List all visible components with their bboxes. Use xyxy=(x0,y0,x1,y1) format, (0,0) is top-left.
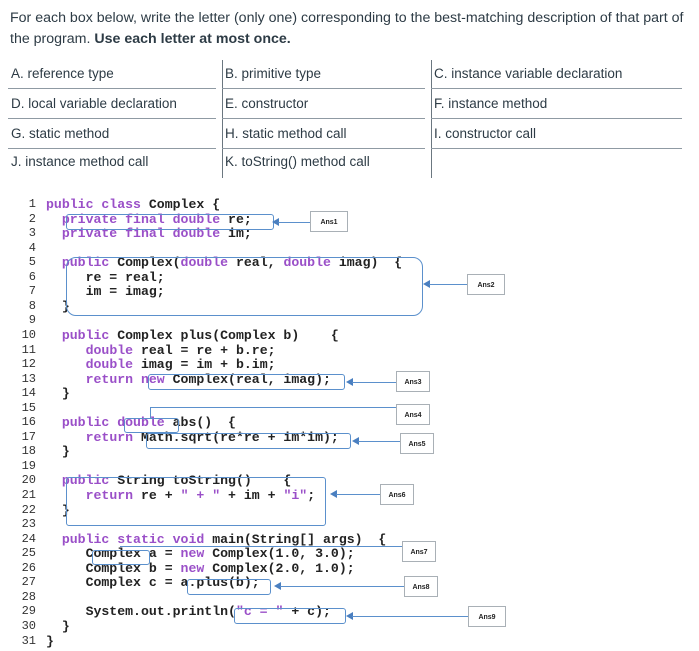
line-number: 10 xyxy=(21,327,36,342)
line-number: 26 xyxy=(21,560,36,575)
arrow-line xyxy=(352,616,468,617)
code-text: public class Complex { xyxy=(46,197,221,212)
answer-box-2[interactable]: Ans2 xyxy=(467,274,505,295)
answer-box-3[interactable]: Ans3 xyxy=(396,371,430,392)
legend-i: I. constructor call xyxy=(431,120,682,149)
code-text: double imag = im + b.im; xyxy=(85,357,276,373)
legend-b: B. primitive type xyxy=(222,60,425,89)
arrow-line xyxy=(429,284,467,285)
arrow-line xyxy=(278,222,310,223)
line-number: 29 xyxy=(21,604,36,619)
code-text: public static void main(String[] args) { xyxy=(61,531,387,547)
legend-table: A. reference type B. primitive type C. i… xyxy=(8,60,690,178)
arrow-line xyxy=(352,382,396,383)
instructions: For each box below, write the letter (on… xyxy=(10,8,685,50)
line-number: 31 xyxy=(21,633,36,648)
answer-box-7[interactable]: Ans7 xyxy=(402,541,436,562)
line-number: 6 xyxy=(28,269,36,284)
highlight-ans6 xyxy=(66,477,326,526)
line-number: 28 xyxy=(21,589,36,604)
arrow-line xyxy=(150,407,151,418)
answer-box-9[interactable]: Ans9 xyxy=(468,606,506,627)
arrow-line xyxy=(358,441,400,442)
instructions-bold: Use each letter at most once. xyxy=(94,31,291,47)
highlight-ans8 xyxy=(187,579,271,595)
line-number: 19 xyxy=(21,458,36,473)
line-number: 20 xyxy=(21,473,36,488)
line-number: 23 xyxy=(21,517,36,532)
line-number: 7 xyxy=(28,284,36,299)
legend-d: D. local variable declaration xyxy=(8,90,216,119)
legend-c: C. instance variable declaration xyxy=(431,60,682,89)
arrow-line xyxy=(280,586,404,587)
line-number: 13 xyxy=(21,371,36,386)
code-text: public Complex plus(Complex b) { xyxy=(61,327,339,343)
code-text: } xyxy=(46,386,70,402)
highlight-ans5 xyxy=(146,433,351,449)
answer-box-1[interactable]: Ans1 xyxy=(310,211,348,232)
arrow-ans7 xyxy=(120,546,402,547)
arrow-ans4 xyxy=(150,407,396,408)
answer-box-5[interactable]: Ans5 xyxy=(400,433,434,454)
line-number: 15 xyxy=(21,400,36,415)
answer-box-4[interactable]: Ans4 xyxy=(396,404,430,425)
line-number: 3 xyxy=(28,226,36,241)
line-number: 22 xyxy=(21,502,36,517)
line-number: 8 xyxy=(28,298,36,313)
line-number: 30 xyxy=(21,618,36,633)
line-number: 27 xyxy=(21,575,36,590)
legend-a: A. reference type xyxy=(8,60,216,89)
line-number: 17 xyxy=(21,429,36,444)
legend-j: J. instance method call xyxy=(11,154,149,169)
code-text: } xyxy=(46,618,70,634)
line-number: 9 xyxy=(28,313,36,328)
highlight-ans4 xyxy=(124,418,179,433)
line-number: 14 xyxy=(21,386,36,401)
code-text: double real = re + b.re; xyxy=(85,342,276,358)
line-number: 25 xyxy=(21,546,36,561)
answer-box-8[interactable]: Ans8 xyxy=(404,576,438,597)
legend-g: G. static method xyxy=(8,120,216,149)
line-number: 2 xyxy=(28,211,36,226)
line-number: 21 xyxy=(21,488,36,502)
line-number: 16 xyxy=(21,415,36,430)
highlight-ans3 xyxy=(148,374,345,390)
legend-f: F. instance method xyxy=(431,90,682,119)
answer-box-6[interactable]: Ans6 xyxy=(380,484,414,505)
line-number: 1 xyxy=(28,197,36,211)
code-text: } xyxy=(46,444,70,460)
legend-k: K. toString() method call xyxy=(225,154,370,169)
highlight-ans9 xyxy=(234,608,346,624)
legend-e: E. constructor xyxy=(222,90,425,119)
line-number: 24 xyxy=(21,531,36,546)
line-number: 18 xyxy=(21,444,36,459)
line-number: 12 xyxy=(21,357,36,372)
line-number: 5 xyxy=(28,255,36,270)
highlight-ans1 xyxy=(66,214,274,230)
arrow-line xyxy=(336,494,380,495)
legend-h: H. static method call xyxy=(222,120,425,149)
line-number: 11 xyxy=(21,342,36,357)
code-text: } xyxy=(46,633,54,649)
highlight-ans7 xyxy=(92,550,150,565)
line-number: 4 xyxy=(28,240,36,255)
highlight-ans2 xyxy=(66,257,423,316)
